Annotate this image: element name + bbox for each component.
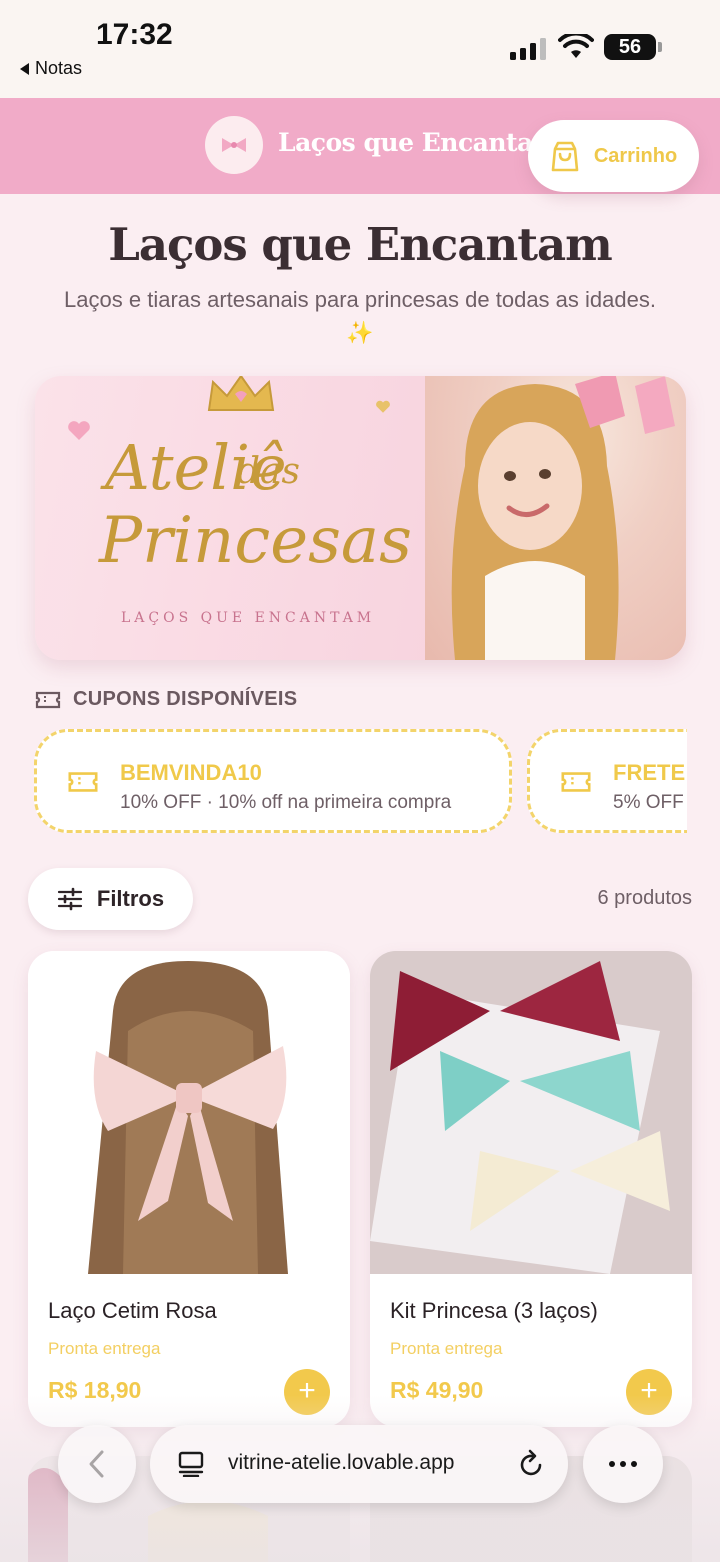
coupons-header: CUPONS DISPONÍVEIS	[35, 688, 297, 711]
coupons-heading: CUPONS DISPONÍVEIS	[73, 688, 298, 710]
app-header: Laços que Encantam Carrinho	[0, 98, 720, 194]
shopping-bag-icon	[551, 141, 579, 172]
bow-icon	[222, 138, 246, 152]
banner-photo-girl	[425, 376, 686, 660]
logo[interactable]	[205, 116, 263, 174]
filters-label: Filtros	[96, 886, 165, 911]
product-count: 6 produtos	[597, 887, 692, 909]
page-menu-icon	[178, 1451, 204, 1477]
small-heart-icon	[376, 400, 390, 413]
cart-label: Carrinho	[593, 144, 678, 167]
status-time: 17:32	[96, 18, 173, 51]
girl-illustration	[451, 376, 675, 660]
stock-status: Pronta entrega	[48, 1339, 161, 1358]
product-image	[370, 951, 692, 1274]
back-to-app-link[interactable]: Notas	[20, 58, 82, 79]
product-card[interactable]: Laço Cetim Rosa Pronta entrega R$ 18,90 …	[28, 951, 350, 1427]
chevron-left-icon	[89, 1450, 104, 1478]
more-dot-icon	[620, 1461, 626, 1467]
more-dot-icon	[631, 1461, 637, 1467]
filters-button[interactable]: Filtros	[28, 868, 193, 930]
battery-indicator: 56	[604, 34, 662, 60]
ticket-icon	[68, 772, 98, 792]
page-subtitle: Laços e tiaras artesanais para princesas…	[64, 287, 656, 345]
coupon-card[interactable]: BEMVINDA10 10% OFF · 10% off na primeira…	[34, 729, 512, 833]
banner-script-line3: Princesas	[99, 504, 412, 578]
product-image	[28, 951, 350, 1274]
hero-banner: Ateliê das Princesas LAÇOS QUE ENCANTAM	[35, 376, 686, 660]
stock-status: Pronta entrega	[390, 1339, 503, 1358]
reload-icon[interactable]	[518, 1449, 546, 1479]
coupon-description: 10% OFF · 10% off na primeira compra	[120, 792, 452, 813]
more-dot-icon	[609, 1461, 615, 1467]
product-card[interactable]: Kit Princesa (3 laços) Pronta entrega R$…	[370, 951, 692, 1427]
banner-artwork: Ateliê das Princesas LAÇOS QUE ENCANTAM	[35, 376, 425, 660]
coupon-card[interactable]: FRETE 5% OFF	[527, 729, 687, 833]
coupon-code: BEMVINDA10	[120, 760, 262, 785]
address-bar[interactable]: vitrine-atelie.lovable.app	[150, 1425, 568, 1503]
more-options-button[interactable]	[583, 1425, 663, 1503]
status-bar: 17:32 Notas 56	[0, 0, 720, 98]
coupon-code: FRETE	[613, 760, 686, 785]
banner-tagline: LAÇOS QUE ENCANTAM	[121, 610, 376, 626]
wifi-icon	[558, 34, 594, 58]
crown-icon	[207, 376, 275, 411]
cellular-signal-icon	[510, 36, 546, 60]
coupon-description: 5% OFF	[613, 792, 684, 813]
header-title: Laços que Encantam	[278, 128, 559, 157]
sliders-icon	[57, 887, 82, 911]
product-name: Laço Cetim Rosa	[48, 1298, 217, 1323]
banner-script-line2: das	[237, 451, 300, 492]
page-title: Laços que Encantam	[108, 218, 613, 271]
cart-button[interactable]: Carrinho	[528, 120, 699, 192]
back-app-label: Notas	[35, 58, 83, 78]
back-triangle-icon	[20, 62, 29, 75]
ticket-icon	[561, 772, 591, 792]
coupons-carousel[interactable]: BEMVINDA10 10% OFF · 10% off na primeira…	[32, 727, 687, 835]
url-text: vitrine-atelie.lovable.app	[228, 1451, 455, 1474]
browser-back-button[interactable]	[58, 1425, 136, 1503]
ticket-icon	[35, 691, 61, 708]
product-name: Kit Princesa (3 laços)	[390, 1298, 598, 1323]
heart-icon	[68, 421, 90, 440]
